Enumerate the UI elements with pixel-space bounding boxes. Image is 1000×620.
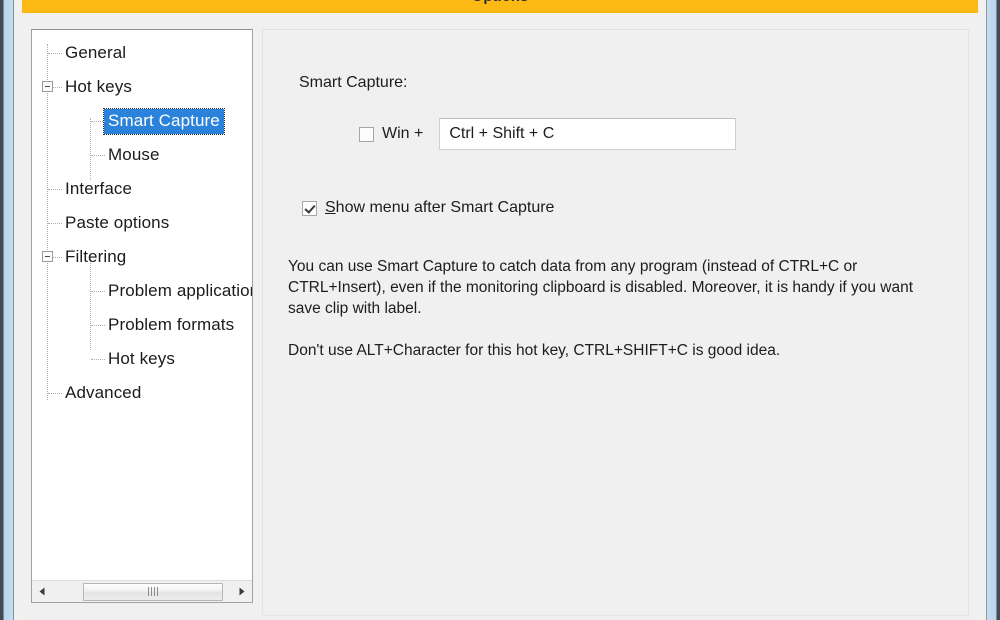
tree-connector [91, 155, 105, 156]
show-menu-row[interactable]: Show menu after Smart Capture [302, 199, 554, 217]
section-label: Smart Capture: [299, 74, 408, 91]
tree-connector [91, 359, 105, 360]
tree-horizontal-scrollbar[interactable] [32, 580, 252, 602]
settings-tree[interactable]: General Hot keys Smart Capture Mouse Interfa… [32, 30, 252, 410]
scroll-left-arrow-icon[interactable] [32, 581, 53, 602]
tree-item-label: Smart Capture [103, 107, 225, 135]
description-paragraph-2: Don't use ALT+Character for this hot key… [288, 342, 781, 359]
tree-connector [91, 291, 105, 292]
tree-item-mouse[interactable]: Mouse [32, 138, 252, 172]
scrollbar-grip-icon [147, 587, 159, 596]
tree-item-label: Interface [65, 179, 133, 198]
scrollbar-track[interactable] [53, 581, 231, 602]
tree-item-interface[interactable]: Interface [32, 172, 252, 206]
window-border-right-inner [986, 0, 987, 620]
window-border-right-line [996, 0, 997, 620]
window-border-left-pad [14, 0, 22, 620]
show-menu-label-rest: how menu after Smart Capture [335, 199, 555, 216]
show-menu-checkbox[interactable] [302, 200, 317, 216]
tree-collapse-icon[interactable] [42, 81, 53, 92]
tree-connector [48, 53, 62, 54]
hotkey-row: Win + Ctrl + Shift + C [359, 118, 737, 150]
tree-connector [48, 393, 62, 394]
tree-item-hot-keys[interactable]: Hot keys [32, 342, 252, 376]
tree-item-label: Filtering [65, 247, 127, 266]
tree-connector [91, 121, 105, 122]
win-modifier-label: Win + [382, 125, 424, 142]
tree-item-hot-keys[interactable]: Hot keys [32, 70, 252, 104]
tree-item-filtering[interactable]: Filtering [32, 240, 252, 274]
tree-item-smart-capture[interactable]: Smart Capture [32, 104, 252, 138]
dialog-client-area: General Hot keys Smart Capture Mouse Interfa… [22, 15, 978, 620]
tree-connector [48, 189, 62, 190]
tree-item-paste-options[interactable]: Paste options [32, 206, 252, 240]
tree-item-label: Advanced [65, 383, 142, 402]
smart-capture-settings-panel: Smart Capture: Win + Ctrl + Shift + C Sh… [262, 29, 969, 616]
tree-connector [48, 223, 62, 224]
description-paragraph-1: You can use Smart Capture to catch data … [288, 258, 914, 317]
tree-item-general[interactable]: General [32, 36, 252, 70]
window-border-right-pad [978, 0, 986, 620]
show-menu-label: Show menu after Smart Capture [325, 199, 554, 217]
settings-tree-viewport: General Hot keys Smart Capture Mouse Interfa… [32, 30, 252, 580]
tree-connector [91, 325, 105, 326]
title-banner: Options [22, 0, 978, 14]
tree-item-problem-formats[interactable]: Problem formats [32, 308, 252, 342]
tree-item-advanced[interactable]: Advanced [32, 376, 252, 410]
window-border-left-glass [4, 0, 13, 620]
hotkey-input[interactable]: Ctrl + Shift + C [439, 118, 737, 150]
show-menu-accesskey: S [325, 199, 336, 216]
tree-item-label: General [65, 43, 127, 62]
window-border-right-glass [987, 0, 996, 620]
description-block: You can use Smart Capture to catch data … [288, 256, 948, 361]
tree-item-label: Mouse [108, 145, 160, 164]
tree-collapse-icon[interactable] [42, 251, 53, 262]
tree-item-label: Hot keys [108, 349, 175, 368]
tree-item-label: Paste options [65, 213, 170, 232]
scrollbar-thumb[interactable] [83, 582, 223, 601]
settings-tree-panel: General Hot keys Smart Capture Mouse Interfa… [31, 29, 253, 603]
tree-item-label: Problem applications [108, 281, 252, 300]
win-modifier-checkbox[interactable] [359, 126, 374, 142]
tree-item-label: Hot keys [65, 77, 132, 96]
tree-item-problem-applications[interactable]: Problem applications [32, 274, 252, 308]
scroll-right-arrow-icon[interactable] [231, 581, 252, 602]
window-title: Options [22, 0, 978, 5]
tree-item-label: Problem formats [108, 315, 235, 334]
options-dialog-window: Options General Hot keys Smart Capture Mous… [0, 0, 1000, 620]
